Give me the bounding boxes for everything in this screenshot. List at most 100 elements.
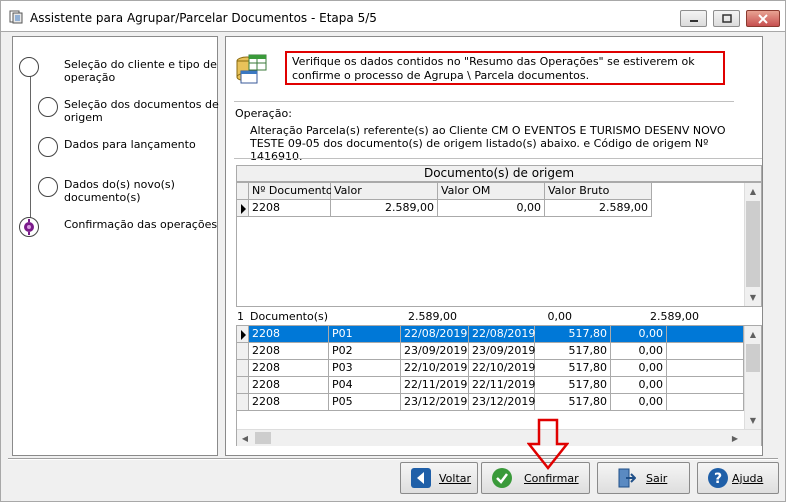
cell-extra[interactable] (667, 326, 744, 343)
step-circle (38, 137, 58, 157)
scroll-thumb[interactable] (746, 344, 760, 372)
steps-connector (30, 67, 31, 231)
origin-documents-grid[interactable]: Nº Documento Valor Valor OM Valor Bruto … (236, 182, 762, 307)
cell-valor-om[interactable]: 0,00 (611, 326, 667, 343)
cell-documento[interactable]: 2208 (249, 326, 329, 343)
voltar-button[interactable]: Voltar (400, 462, 478, 494)
cell-documento[interactable]: 2208 (249, 360, 329, 377)
sair-button[interactable]: Sair (597, 462, 690, 494)
origin-grid-scrollbar[interactable]: ▲ ▼ (744, 183, 761, 306)
cell-valor-bruto[interactable]: 2.589,00 (545, 200, 652, 217)
cell-valor[interactable]: 517,80 (535, 394, 611, 411)
cell-emissao[interactable]: 23/12/2019 (401, 394, 469, 411)
cell-valor[interactable]: 517,80 (535, 343, 611, 360)
minimize-button[interactable] (680, 10, 707, 27)
row-indicator (237, 377, 249, 394)
cell-vencimento[interactable]: 23/09/2019 (469, 343, 535, 360)
cell-valor-om[interactable]: 0,00 (611, 394, 667, 411)
step-circle (19, 57, 39, 77)
scroll-down-button[interactable]: ▼ (745, 289, 761, 306)
scroll-right-button[interactable]: ▶ (727, 430, 743, 447)
cell-vencimento[interactable]: 22/08/2019 (469, 326, 535, 343)
cell-valor-om[interactable]: 0,00 (611, 360, 667, 377)
column-header-valor-om[interactable]: Valor OM (438, 183, 545, 200)
operation-label: Operação: (235, 107, 292, 120)
cell-emissao[interactable]: 22/08/2019 (401, 326, 469, 343)
scroll-thumb[interactable] (255, 432, 271, 444)
cell-extra[interactable] (667, 343, 744, 360)
sair-label: Sair (646, 472, 668, 485)
cell-parcela[interactable]: P01 (329, 326, 401, 343)
minimize-icon (689, 19, 698, 22)
summary-count: 1 (237, 310, 244, 323)
cell-documento[interactable]: 2208 (249, 394, 329, 411)
cell-emissao[interactable]: 22/10/2019 (401, 360, 469, 377)
column-header-numero[interactable]: Nº Documento (249, 183, 333, 200)
app-icon (9, 10, 23, 24)
scroll-up-button[interactable]: ▲ (745, 326, 761, 343)
cell-numero[interactable]: 2208 (249, 200, 331, 217)
step-label: Dados do(s) novo(s) documento(s) (64, 178, 175, 204)
current-row-arrow-icon (241, 330, 246, 340)
step-label: Confirmação das operações (64, 218, 218, 231)
svg-text:?: ? (714, 471, 722, 487)
new-docs-horizontal-scrollbar[interactable]: ◀ ▶ (237, 429, 761, 446)
maximize-button[interactable] (713, 10, 740, 27)
summary-valor-bruto: 2.589,00 (650, 310, 699, 323)
cell-vencimento[interactable]: 23/12/2019 (469, 394, 535, 411)
confirmar-label: Confirmar (524, 472, 579, 485)
cell-extra[interactable] (667, 360, 744, 377)
close-button[interactable] (746, 10, 780, 27)
help-icon: ? (708, 468, 728, 488)
cell-valor[interactable]: 2.589,00 (331, 200, 438, 217)
cell-valor-om[interactable]: 0,00 (611, 343, 667, 360)
cell-vencimento[interactable]: 22/11/2019 (469, 377, 535, 394)
cell-emissao[interactable]: 22/11/2019 (401, 377, 469, 394)
summary-valor: 2.589,00 (408, 310, 457, 323)
maximize-icon (721, 14, 732, 23)
title-bar: Assistente para Agrupar/Parcelar Documen… (0, 0, 786, 32)
new-docs-vertical-scrollbar[interactable]: ▲ ▼ (744, 326, 761, 429)
cell-documento[interactable]: 2208 (249, 343, 329, 360)
scroll-thumb[interactable] (746, 201, 760, 287)
origin-grid-title: Documento(s) de origem (236, 165, 762, 182)
cell-valor[interactable]: 517,80 (535, 360, 611, 377)
summary-valor-om: 0,00 (547, 310, 573, 323)
cell-documento[interactable]: 2208 (249, 377, 329, 394)
ajuda-button[interactable]: ? Ajuda (697, 462, 779, 494)
steps-panel: Seleção do cliente e tipo de operação Sel… (12, 36, 219, 456)
footer-divider (8, 458, 778, 460)
step-label: Dados para lançamento (64, 138, 196, 151)
exit-door-icon (618, 468, 636, 488)
step-label: Seleção do cliente e tipo de operação (64, 58, 217, 84)
grid-corner (237, 183, 249, 200)
cell-extra[interactable] (667, 377, 744, 394)
red-annotation-arrow-icon (527, 418, 569, 470)
cell-emissao[interactable]: 23/09/2019 (401, 343, 469, 360)
cell-extra[interactable] (667, 394, 744, 411)
step-label: Seleção dos documentos de origem (64, 98, 219, 124)
current-row-arrow-icon (241, 204, 246, 214)
new-documents-grid[interactable]: 2208 P01 22/08/2019 22/08/2019 517,80 0,00 220… (236, 325, 762, 446)
cell-parcela[interactable]: P04 (329, 377, 401, 394)
scroll-up-button[interactable]: ▲ (745, 183, 761, 200)
voltar-label: Voltar (439, 472, 472, 485)
cell-valor-om[interactable]: 0,00 (611, 377, 667, 394)
origin-summary-row: 1 Documento(s) 2.589,00 0,00 2.589,00 (236, 309, 762, 324)
cell-valor[interactable]: 517,80 (535, 326, 611, 343)
scroll-down-button[interactable]: ▼ (745, 412, 761, 429)
cell-parcela[interactable]: P03 (329, 360, 401, 377)
cell-vencimento[interactable]: 22/10/2019 (469, 360, 535, 377)
back-arrow-icon (411, 468, 431, 488)
cell-parcela[interactable]: P02 (329, 343, 401, 360)
column-header-valor[interactable]: Valor (331, 183, 438, 200)
cell-parcela[interactable]: P05 (329, 394, 401, 411)
cell-valor-om[interactable]: 0,00 (438, 200, 545, 217)
summary-label: Documento(s) (250, 310, 329, 323)
scroll-left-button[interactable]: ◀ (237, 430, 253, 447)
divider (234, 101, 734, 102)
column-header-valor-bruto[interactable]: Valor Bruto (545, 183, 652, 200)
database-table-icon (236, 54, 267, 84)
cell-valor[interactable]: 517,80 (535, 377, 611, 394)
row-indicator (237, 360, 249, 377)
